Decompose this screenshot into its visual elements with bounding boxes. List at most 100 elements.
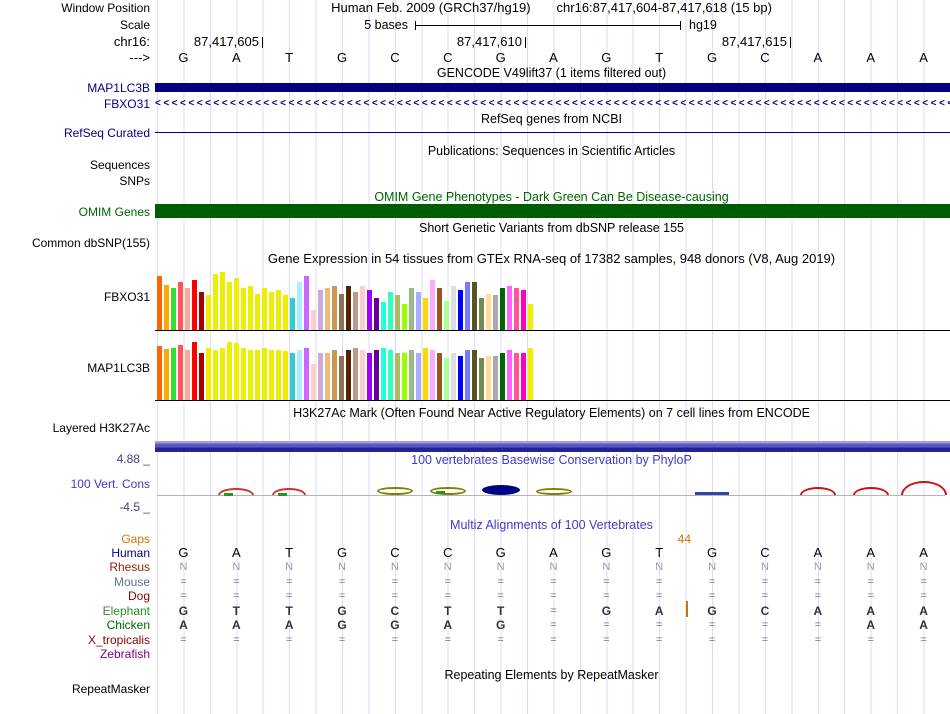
gtex-tissue-bar[interactable] xyxy=(269,350,274,400)
gaps-row-label[interactable]: Gaps xyxy=(0,532,150,546)
gtex-tissue-bar[interactable] xyxy=(332,350,337,400)
gtex-tissue-bar[interactable] xyxy=(297,282,302,330)
gtex-tissue-bar[interactable] xyxy=(276,350,281,400)
gtex-tissue-bar[interactable] xyxy=(206,295,211,330)
gtex-tissue-bar[interactable] xyxy=(318,290,323,330)
gtex-barchart-map1lc3b[interactable] xyxy=(157,340,537,400)
gene-label-map1lc3b[interactable]: MAP1LC3B xyxy=(0,81,150,95)
gtex-tissue-bar[interactable] xyxy=(220,272,225,330)
gtex-tissue-bar[interactable] xyxy=(521,290,526,330)
gtex-tissue-bar[interactable] xyxy=(493,295,498,330)
gtex-tissue-bar[interactable] xyxy=(269,292,274,330)
gtex-tissue-bar[interactable] xyxy=(472,282,477,330)
gtex-tissue-bar[interactable] xyxy=(234,343,239,400)
omim-genes-label[interactable]: OMIM Genes xyxy=(0,205,150,219)
gtex-tissue-bar[interactable] xyxy=(507,286,512,330)
gtex-tissue-bar[interactable] xyxy=(437,288,442,330)
species-label-zebrafish[interactable]: Zebrafish xyxy=(0,647,150,661)
gtex-tissue-bar[interactable] xyxy=(290,353,295,400)
gtex-tissue-bar[interactable] xyxy=(164,349,169,400)
gtex-tissue-bar[interactable] xyxy=(451,353,456,400)
strand-arrow-label[interactable]: ---> xyxy=(0,51,150,65)
gtex-tissue-bar[interactable] xyxy=(248,350,253,400)
gtex-tissue-bar[interactable] xyxy=(465,350,470,400)
gtex-tissue-bar[interactable] xyxy=(353,292,358,330)
gtex-tissue-bar[interactable] xyxy=(304,276,309,330)
gtex-tissue-bar[interactable] xyxy=(283,351,288,400)
omim-gene-bar[interactable] xyxy=(155,204,950,218)
gtex-tissue-bar[interactable] xyxy=(423,298,428,330)
gtex-tissue-bar[interactable] xyxy=(479,358,484,400)
gtex-tissue-bar[interactable] xyxy=(353,348,358,400)
snps-label[interactable]: SNPs xyxy=(0,174,150,188)
gtex-tissue-bar[interactable] xyxy=(416,353,421,400)
gtex-tissue-bar[interactable] xyxy=(388,292,393,330)
species-label-chicken[interactable]: Chicken xyxy=(0,618,150,632)
gtex-tissue-bar[interactable] xyxy=(514,353,519,400)
gtex-gene-label-fbxo31[interactable]: FBXO31 xyxy=(0,290,150,304)
gtex-tissue-bar[interactable] xyxy=(164,285,169,330)
gtex-tissue-bar[interactable] xyxy=(528,304,533,330)
gtex-tissue-bar[interactable] xyxy=(437,353,442,400)
sequences-label[interactable]: Sequences xyxy=(0,158,150,172)
gtex-tissue-bar[interactable] xyxy=(528,348,533,400)
species-label-dog[interactable]: Dog xyxy=(0,589,150,603)
gtex-tissue-bar[interactable] xyxy=(304,348,309,400)
gtex-tissue-bar[interactable] xyxy=(402,304,407,330)
gtex-tissue-bar[interactable] xyxy=(311,310,316,330)
gtex-tissue-bar[interactable] xyxy=(430,280,435,330)
gtex-tissue-bar[interactable] xyxy=(416,292,421,330)
gtex-tissue-bar[interactable] xyxy=(465,282,470,330)
gtex-tissue-bar[interactable] xyxy=(262,348,267,400)
gtex-tissue-bar[interactable] xyxy=(451,286,456,330)
gtex-tissue-bar[interactable] xyxy=(192,342,197,400)
gtex-tissue-bar[interactable] xyxy=(213,274,218,330)
gtex-tissue-bar[interactable] xyxy=(444,301,449,330)
gtex-tissue-bar[interactable] xyxy=(255,350,260,400)
gtex-tissue-bar[interactable] xyxy=(500,353,505,400)
gtex-tissue-bar[interactable] xyxy=(178,345,183,400)
gtex-tissue-bar[interactable] xyxy=(262,288,267,330)
gtex-tissue-bar[interactable] xyxy=(332,286,337,330)
gtex-tissue-bar[interactable] xyxy=(339,294,344,330)
gtex-tissue-bar[interactable] xyxy=(241,348,246,400)
refseq-curated-label[interactable]: RefSeq Curated xyxy=(0,126,150,140)
gtex-tissue-bar[interactable] xyxy=(472,350,477,400)
gtex-tissue-bar[interactable] xyxy=(458,290,463,330)
gtex-gene-label-map1lc3b[interactable]: MAP1LC3B xyxy=(0,361,150,375)
gtex-tissue-bar[interactable] xyxy=(213,350,218,400)
gtex-tissue-bar[interactable] xyxy=(311,364,316,400)
gtex-tissue-bar[interactable] xyxy=(395,295,400,330)
gtex-tissue-bar[interactable] xyxy=(360,350,365,400)
gtex-tissue-bar[interactable] xyxy=(395,353,400,400)
gtex-tissue-bar[interactable] xyxy=(283,295,288,330)
gtex-tissue-bar[interactable] xyxy=(374,350,379,400)
gtex-tissue-bar[interactable] xyxy=(409,288,414,330)
species-label-elephant[interactable]: Elephant xyxy=(0,604,150,618)
gtex-tissue-bar[interactable] xyxy=(367,290,372,330)
gtex-tissue-bar[interactable] xyxy=(346,286,351,330)
gtex-tissue-bar[interactable] xyxy=(409,350,414,400)
gtex-tissue-bar[interactable] xyxy=(430,350,435,400)
species-label-rhesus[interactable]: Rhesus xyxy=(0,560,150,574)
gtex-tissue-bar[interactable] xyxy=(374,298,379,330)
h3k27ac-signal-band[interactable] xyxy=(155,441,950,452)
gtex-tissue-bar[interactable] xyxy=(486,356,491,400)
gtex-tissue-bar[interactable] xyxy=(276,290,281,330)
gtex-tissue-bar[interactable] xyxy=(192,280,197,330)
gtex-tissue-bar[interactable] xyxy=(185,288,190,330)
gtex-tissue-bar[interactable] xyxy=(493,356,498,400)
refseq-gene-line[interactable] xyxy=(155,132,950,133)
gtex-tissue-bar[interactable] xyxy=(157,346,162,400)
gtex-tissue-bar[interactable] xyxy=(157,276,162,330)
gtex-tissue-bar[interactable] xyxy=(241,288,246,330)
gtex-tissue-bar[interactable] xyxy=(402,353,407,400)
conservation-label[interactable]: 100 Vert. Cons xyxy=(0,477,150,491)
h3k27ac-label[interactable]: Layered H3K27Ac xyxy=(0,421,150,435)
species-label-human[interactable]: Human xyxy=(0,546,150,560)
gtex-tissue-bar[interactable] xyxy=(346,350,351,400)
gtex-tissue-bar[interactable] xyxy=(255,294,260,330)
gtex-tissue-bar[interactable] xyxy=(290,298,295,330)
gtex-tissue-bar[interactable] xyxy=(220,348,225,400)
fbxo31-strand-arrows[interactable]: <<<<<<<<<<<<<<<<<<<<<<<<<<<<<<<<<<<<<<<<… xyxy=(155,97,950,110)
